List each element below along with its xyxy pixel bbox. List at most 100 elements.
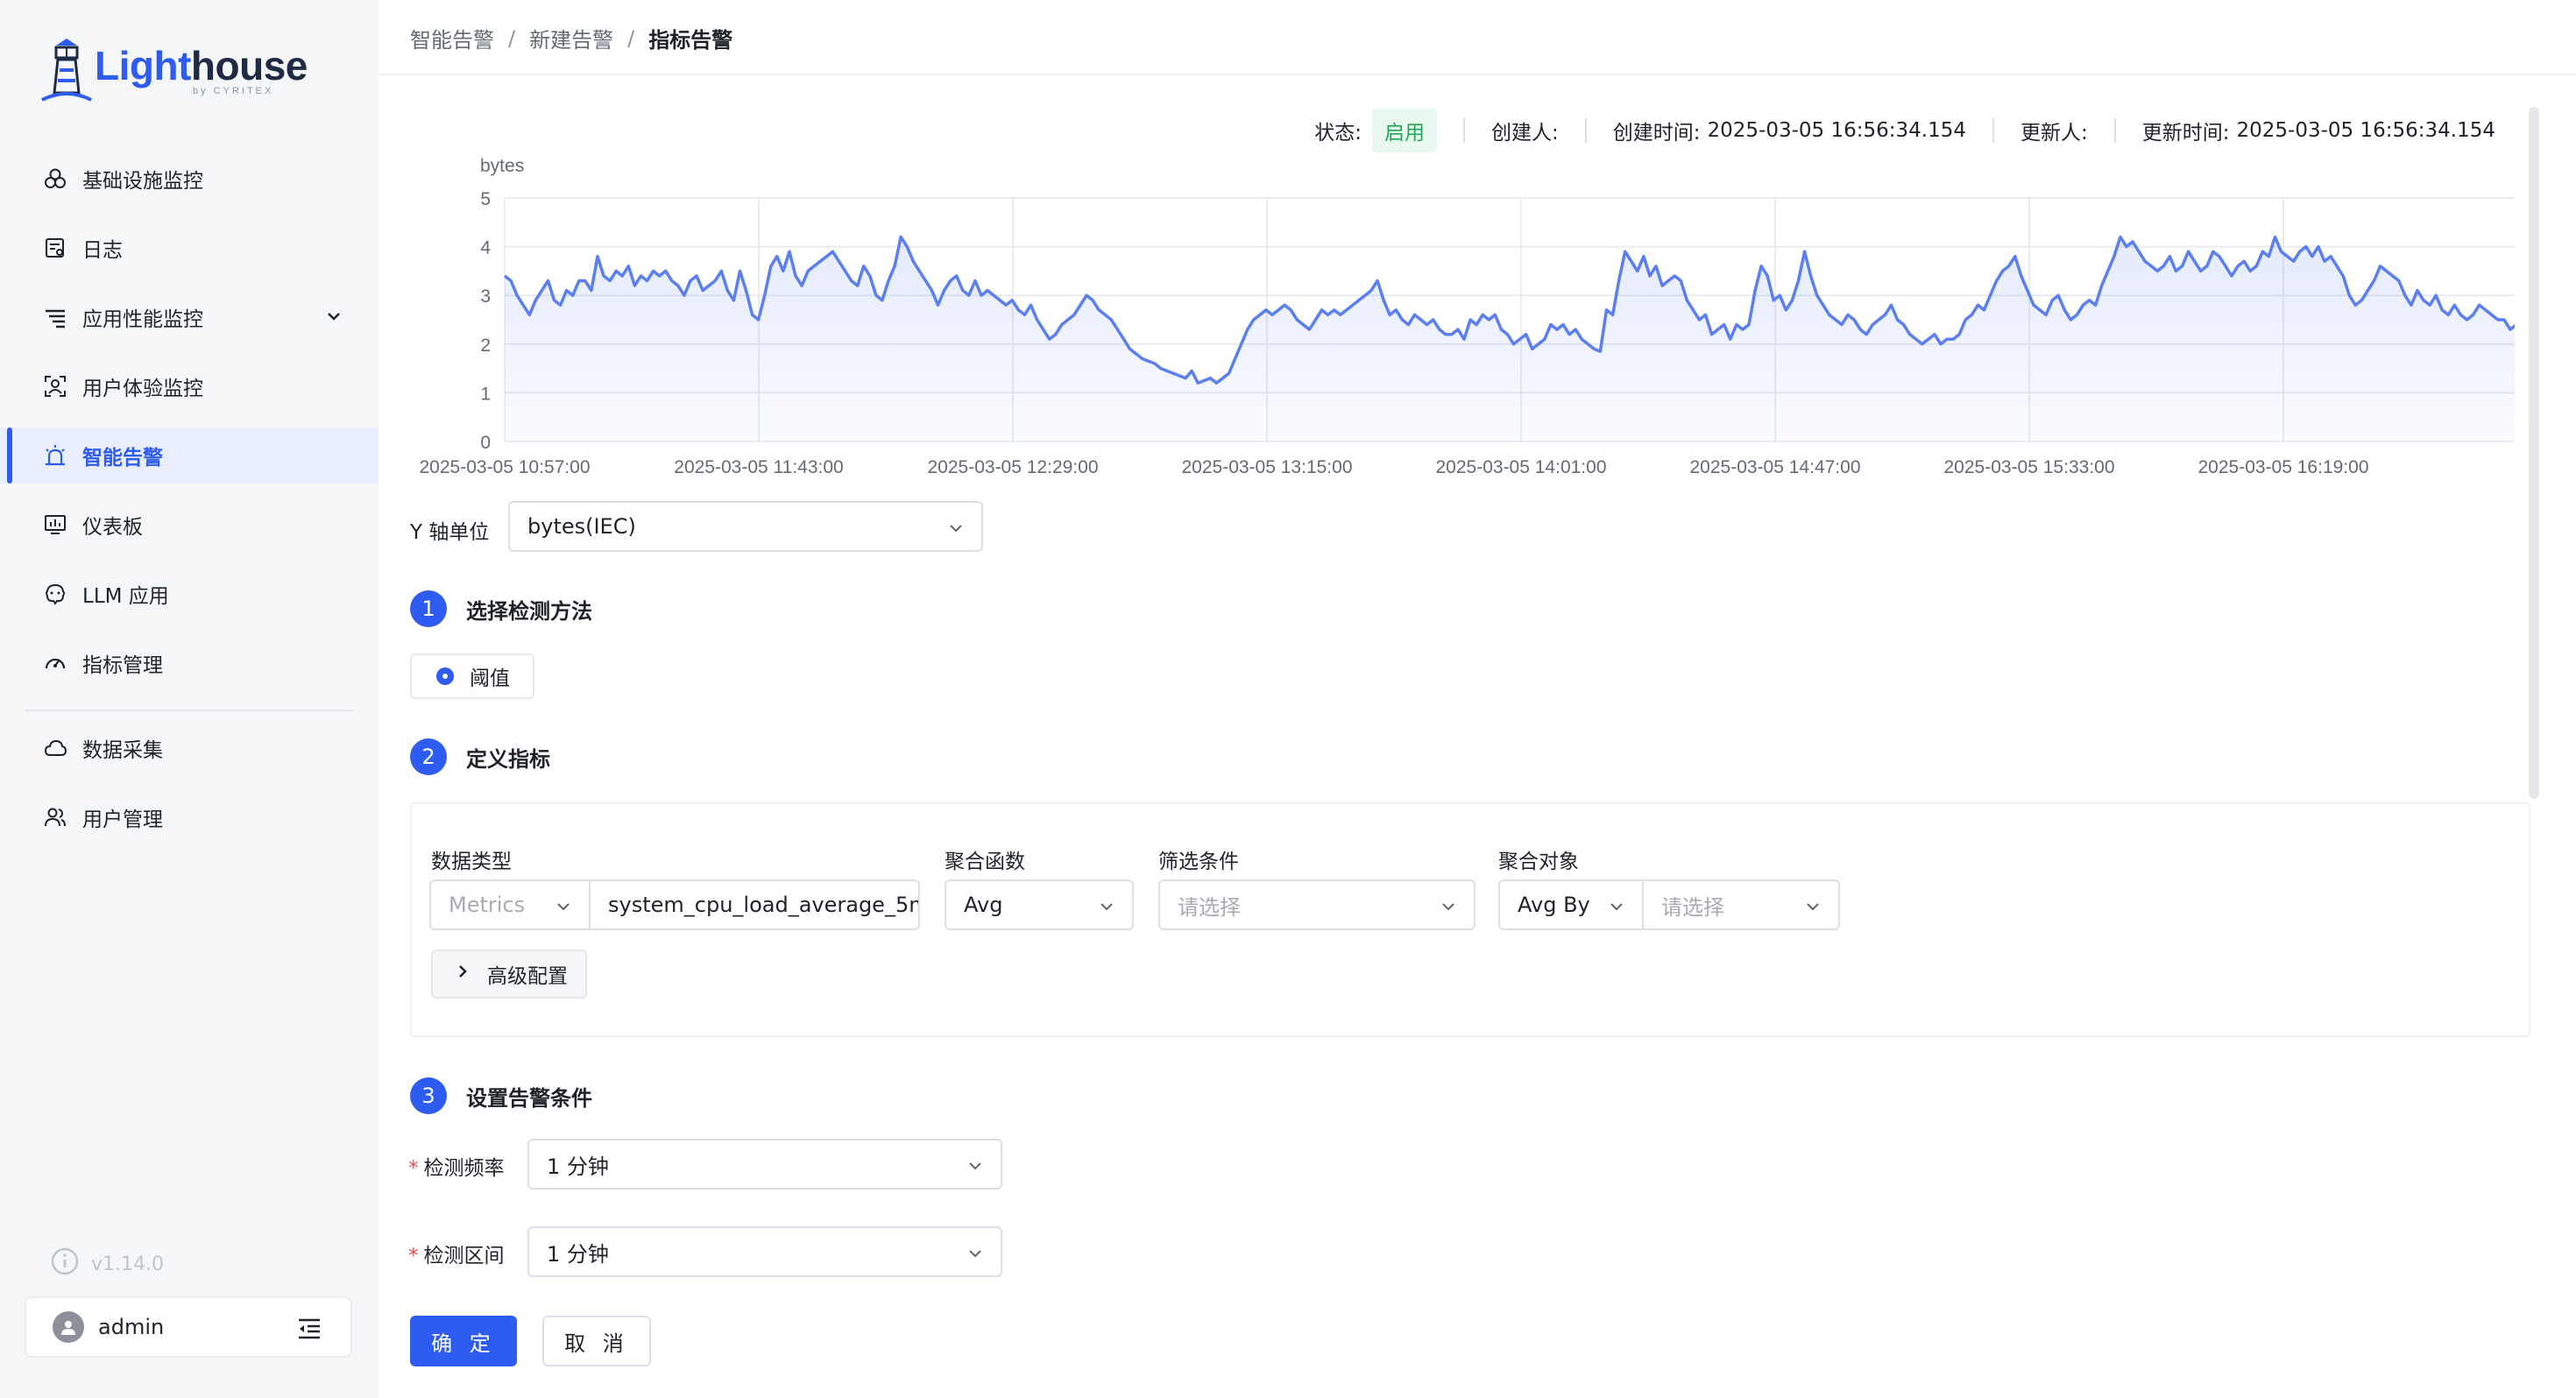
- filter-label: 筛选条件: [1158, 851, 1239, 873]
- data-type-value: Metrics: [449, 893, 526, 917]
- meta-separator: [1992, 118, 1994, 143]
- dashboard-icon: [42, 512, 68, 538]
- metric-name-input[interactable]: system_cpu_load_average_5m: [589, 879, 920, 930]
- sidebar-item-smart-alert[interactable]: 智能告警: [0, 427, 379, 484]
- aggregation-by-select[interactable]: Avg By: [1498, 879, 1644, 930]
- chart-y-tick-label: 3: [480, 286, 491, 307]
- updated-time-value: 2025-03-05 16:56:34.154: [2236, 119, 2496, 142]
- step-2-title: 定义指标: [466, 746, 550, 772]
- aggregation-value: Avg: [964, 893, 1003, 917]
- sidebar-item-user-management[interactable]: 用户管理: [0, 789, 379, 845]
- meta-separator: [1463, 118, 1465, 143]
- creator-label: 创建人:: [1491, 122, 1559, 145]
- step-3-title: 设置告警条件: [466, 1085, 592, 1111]
- sidebar-item-llm[interactable]: LLM 应用: [0, 566, 379, 622]
- chart-y-axis-label: bytes: [480, 156, 524, 176]
- detect-range-value: 1 分钟: [547, 1241, 609, 1267]
- meta-creator: 创建人:: [1491, 116, 1559, 145]
- breadcrumb-item-new-alert[interactable]: 新建告警: [529, 23, 613, 53]
- logo[interactable]: Lighthouse by CYRITEX: [39, 35, 308, 105]
- aggregation-object-select[interactable]: 请选择: [1642, 879, 1840, 930]
- version-label: v1.14.0: [91, 1253, 164, 1275]
- sidebar-item-apm[interactable]: 应用性能监控: [0, 289, 379, 345]
- chart-y-tick-label: 1: [480, 384, 491, 404]
- sidebar-item-label: 基础设施监控: [82, 170, 203, 193]
- detect-range-label-text: 检测区间: [423, 1245, 505, 1267]
- vertical-scrollbar[interactable]: [2529, 107, 2539, 799]
- user-menu[interactable]: admin: [25, 1296, 352, 1358]
- sidebar-item-label: 数据采集: [82, 739, 163, 762]
- radio-checked-icon: [436, 667, 454, 685]
- y-unit-value: bytes(IEC): [527, 514, 636, 539]
- aggregation-by-value: Avg By: [1518, 893, 1590, 917]
- sidebar-item-label: 仪表板: [82, 516, 143, 539]
- meta-separator: [2113, 118, 2116, 143]
- sidebar-item-infrastructure[interactable]: 基础设施监控: [0, 151, 379, 207]
- confirm-button[interactable]: 确 定: [410, 1316, 517, 1366]
- sidebar-item-metrics[interactable]: 指标管理: [0, 635, 379, 691]
- data-type-label: 数据类型: [431, 851, 512, 873]
- sidebar-nav: 基础设施监控 日志 应用性能监控 用户体验监控 智能告警 仪表板 LLM 应用 …: [0, 151, 379, 704]
- meta-updated-time: 更新时间: 2025-03-05 16:56:34.154: [2142, 116, 2495, 145]
- sidebar-item-dashboard[interactable]: 仪表板: [0, 497, 379, 553]
- chevron-down-icon[interactable]: [324, 307, 343, 331]
- sidebar-item-label: 应用性能监控: [82, 308, 203, 331]
- chart-x-tick-label: 2025-03-05 10:57:00: [420, 457, 591, 477]
- step-2-header: 2 定义指标: [410, 738, 550, 775]
- chevron-down-icon: [1439, 897, 1458, 921]
- chart-y-tick-label: 2: [480, 335, 491, 356]
- metric-chart: 0 1 2 3 4 5 2025-03-05 10:57:00 2025-03-05 11:…: [403, 149, 2518, 482]
- sidebar-item-label: 指标管理: [82, 654, 163, 677]
- brand-name: Lighthouse: [95, 42, 308, 89]
- meta-updater: 更新人:: [2020, 116, 2088, 145]
- sidebar-item-user-experience[interactable]: 用户体验监控: [0, 358, 379, 414]
- step-1-header: 1 选择检测方法: [410, 590, 592, 627]
- status-label: 状态:: [1314, 122, 1362, 145]
- breadcrumb-item-current: 指标告警: [648, 28, 733, 53]
- version-info: v1.14.0: [51, 1247, 164, 1281]
- chevron-down-icon: [946, 519, 966, 543]
- chart-y-tick-label: 4: [480, 238, 491, 258]
- apm-icon: [42, 304, 68, 330]
- detect-range-select[interactable]: 1 分钟: [527, 1226, 1002, 1277]
- step-3-number: 3: [410, 1077, 447, 1114]
- updated-time-label: 更新时间:: [2141, 122, 2230, 145]
- filter-placeholder: 请选择: [1178, 894, 1241, 920]
- cancel-button[interactable]: 取 消: [542, 1316, 651, 1366]
- infrastructure-icon: [42, 166, 68, 192]
- y-unit-select[interactable]: bytes(IEC): [508, 501, 983, 552]
- y-unit-label: Y 轴单位: [410, 521, 490, 544]
- chart-x-tick-label: 2025-03-05 12:29:00: [928, 457, 1099, 477]
- sidebar-item-log[interactable]: 日志: [0, 220, 379, 276]
- aggregation-object-placeholder: 请选择: [1661, 894, 1724, 920]
- data-type-select[interactable]: Metrics: [429, 879, 591, 930]
- aggregation-select[interactable]: Avg: [945, 879, 1134, 930]
- chevron-down-icon: [1803, 897, 1822, 921]
- collapse-sidebar-icon[interactable]: [296, 1316, 322, 1345]
- detect-frequency-select[interactable]: 1 分钟: [527, 1139, 1002, 1190]
- meta-status: 状态: 启用: [1314, 109, 1437, 152]
- brand-name-part2: house: [190, 43, 308, 88]
- sidebar-item-data-collection[interactable]: 数据采集: [0, 720, 379, 776]
- created-time-label: 创建时间:: [1612, 122, 1701, 145]
- sidebar-item-label: 日志: [82, 239, 123, 262]
- sidebar-item-label: 智能告警: [82, 447, 163, 470]
- breadcrumb-item-smart-alert[interactable]: 智能告警: [410, 23, 494, 53]
- user-management-icon: [42, 804, 68, 830]
- data-collection-icon: [42, 735, 68, 761]
- chevron-down-icon: [554, 897, 573, 921]
- info-icon: [51, 1247, 79, 1281]
- detection-method-label: 阈值: [470, 667, 510, 690]
- status-badge: 启用: [1372, 109, 1437, 152]
- filter-select[interactable]: 请选择: [1158, 879, 1476, 930]
- sidebar-item-label: LLM 应用: [82, 585, 169, 608]
- avatar: [53, 1311, 84, 1343]
- lighthouse-logo-icon: [41, 39, 92, 102]
- llm-icon: [42, 581, 68, 607]
- metrics-icon: [42, 650, 68, 676]
- created-time-value: 2025-03-05 16:56:34.154: [1707, 119, 1967, 142]
- header-divider: [379, 74, 2576, 75]
- aggregation-label: 聚合函数: [945, 851, 1025, 873]
- detection-method-threshold-radio[interactable]: 阈值: [410, 653, 534, 699]
- advanced-config-button[interactable]: 高级配置: [431, 950, 587, 999]
